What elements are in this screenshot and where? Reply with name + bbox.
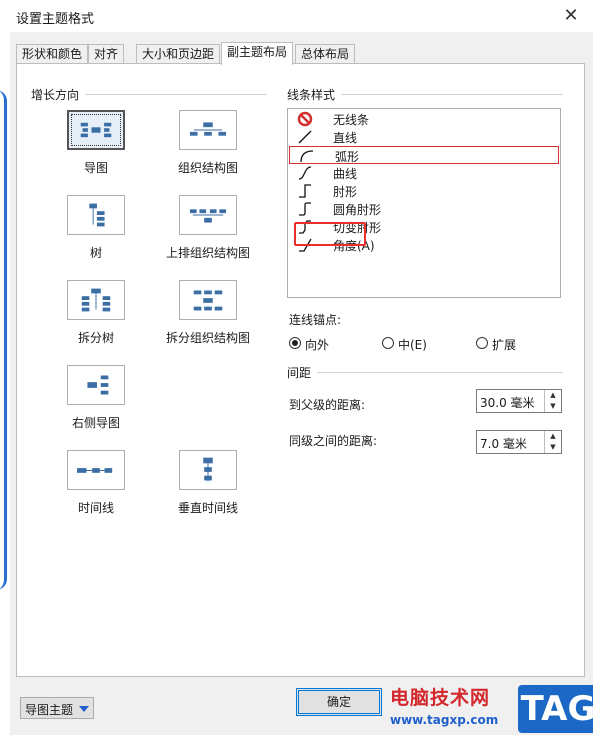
sibling-distance-spinner[interactable]: 7.0 毫米 ▲ ▼ — [476, 430, 562, 454]
dialog-title: 设置主题格式 — [16, 12, 95, 27]
parent-distance-spinner[interactable]: 30.0 毫米 ▲ ▼ — [476, 389, 562, 413]
mind-map-layout-icon — [80, 122, 112, 138]
straight-line-icon — [298, 130, 312, 144]
parent-distance-label: 到父级的距离: — [289, 398, 366, 412]
spacing-header: 间距 — [287, 364, 318, 381]
format-topic-dialog: 设置主题格式 ✕ 形状和颜色 对齐 大小和页边距 副主题布局 总体布局 增长方向… — [10, 0, 593, 735]
layout-org-chart-label: 组织结构图 — [177, 161, 238, 175]
spacing-divider — [287, 372, 563, 373]
line-style-item-rounded-elbow[interactable]: 圆角肘形 — [288, 200, 560, 218]
tab-shape-color[interactable]: 形状和颜色 — [16, 44, 89, 64]
line-style-item-elbow[interactable]: 肘形 — [288, 182, 560, 200]
vertical-timeline-layout-icon — [203, 457, 213, 482]
site-watermark: 电脑技术网 www.tagxp.com TAG — [390, 683, 593, 735]
spin-down-icon[interactable]: ▼ — [545, 442, 561, 453]
layout-top-org-chart-button[interactable] — [179, 195, 237, 235]
line-style-item-curve[interactable]: 曲线 — [288, 164, 560, 182]
layout-timeline-label: 时间线 — [77, 501, 114, 515]
tree-layout-icon — [89, 203, 105, 227]
line-style-list[interactable]: 无线条 直线 弧形 曲线 肘形 圆角肘形 切变肘形 角度(A) — [287, 108, 561, 298]
line-style-item-arc[interactable]: 弧形 — [289, 146, 559, 164]
right-map-layout-icon — [87, 375, 109, 395]
anchor-center-label[interactable]: 中(E) — [398, 336, 427, 353]
org-chart-layout-icon — [189, 122, 227, 136]
layout-vertical-timeline-button[interactable] — [179, 450, 237, 490]
spin-up-icon[interactable]: ▲ — [545, 431, 561, 442]
curve-line-icon — [298, 166, 312, 180]
ok-button[interactable]: 确定 — [296, 688, 382, 716]
split-tree-layout-icon — [81, 288, 111, 312]
parent-distance-value[interactable]: 30.0 毫米 — [480, 394, 535, 411]
layout-split-org-chart-button[interactable] — [179, 280, 237, 320]
layout-top-org-chart-label: 上排组织结构图 — [165, 246, 250, 260]
layout-vertical-timeline-label: 垂直时间线 — [177, 501, 238, 515]
watermark-url: www.tagxp.com — [390, 713, 499, 727]
subtopic-layout-panel: 增长方向 导图 组织结构图 树 上排组织结构图 拆分树 拆分组织结构图 右侧导图… — [16, 63, 585, 677]
layout-tree-label: 树 — [89, 246, 102, 260]
spin-up-icon[interactable]: ▲ — [545, 390, 561, 401]
layout-split-tree-label: 拆分树 — [77, 331, 114, 345]
timeline-layout-icon — [77, 468, 113, 473]
layout-mind-map-label: 导图 — [83, 161, 108, 175]
layout-org-chart-button[interactable] — [179, 110, 237, 150]
sibling-distance-value[interactable]: 7.0 毫米 — [480, 435, 527, 452]
background-app-edge — [0, 0, 10, 735]
anchor-outward-label[interactable]: 向外 — [305, 336, 329, 353]
curve-highlight-box — [294, 222, 366, 246]
line-style-item-straight[interactable]: 直线 — [288, 128, 560, 146]
tab-overall-layout[interactable]: 总体布局 — [295, 44, 356, 64]
line-style-header: 线条样式 — [287, 86, 342, 103]
background-decoration — [0, 90, 7, 590]
layout-tree-button[interactable] — [67, 195, 125, 235]
elbow-line-icon — [299, 184, 311, 198]
no-line-icon — [297, 111, 313, 127]
sibling-distance-label: 同级之间的距离: — [289, 434, 378, 448]
top-org-chart-layout-icon — [189, 209, 227, 223]
split-org-chart-layout-icon — [193, 290, 223, 311]
tab-size-margins[interactable]: 大小和页边距 — [136, 44, 221, 64]
tab-align[interactable]: 对齐 — [88, 44, 125, 64]
layout-mind-map-button[interactable] — [67, 110, 125, 150]
anchor-center-radio[interactable] — [382, 337, 394, 349]
growth-direction-header: 增长方向 — [31, 86, 86, 103]
watermark-text: 电脑技术网 — [390, 687, 491, 709]
tag-logo: TAG — [518, 685, 593, 733]
layout-split-org-chart-label: 拆分组织结构图 — [165, 331, 250, 345]
title-bar: 设置主题格式 ✕ — [10, 0, 593, 32]
close-button[interactable]: ✕ — [559, 4, 583, 28]
anchor-outward-radio[interactable] — [289, 337, 301, 349]
map-theme-dropdown[interactable]: 导图主题 — [20, 697, 94, 719]
caret-down-icon — [79, 706, 89, 712]
map-theme-label: 导图主题 — [25, 703, 74, 717]
rounded-elbow-line-icon — [299, 202, 311, 216]
layout-right-map-label: 右侧导图 — [71, 416, 120, 430]
layout-right-map-button[interactable] — [67, 365, 125, 405]
close-icon: ✕ — [563, 5, 579, 26]
line-style-item-none[interactable]: 无线条 — [288, 110, 560, 128]
layout-split-tree-button[interactable] — [67, 280, 125, 320]
layout-timeline-button[interactable] — [67, 450, 125, 490]
arc-line-icon — [300, 150, 314, 163]
spin-down-icon[interactable]: ▼ — [545, 401, 561, 412]
anchor-expand-label[interactable]: 扩展 — [492, 336, 516, 353]
anchor-expand-radio[interactable] — [476, 337, 488, 349]
anchor-label: 连线锚点: — [289, 313, 342, 327]
tab-subtopic-layout[interactable]: 副主题布局 — [221, 42, 294, 65]
